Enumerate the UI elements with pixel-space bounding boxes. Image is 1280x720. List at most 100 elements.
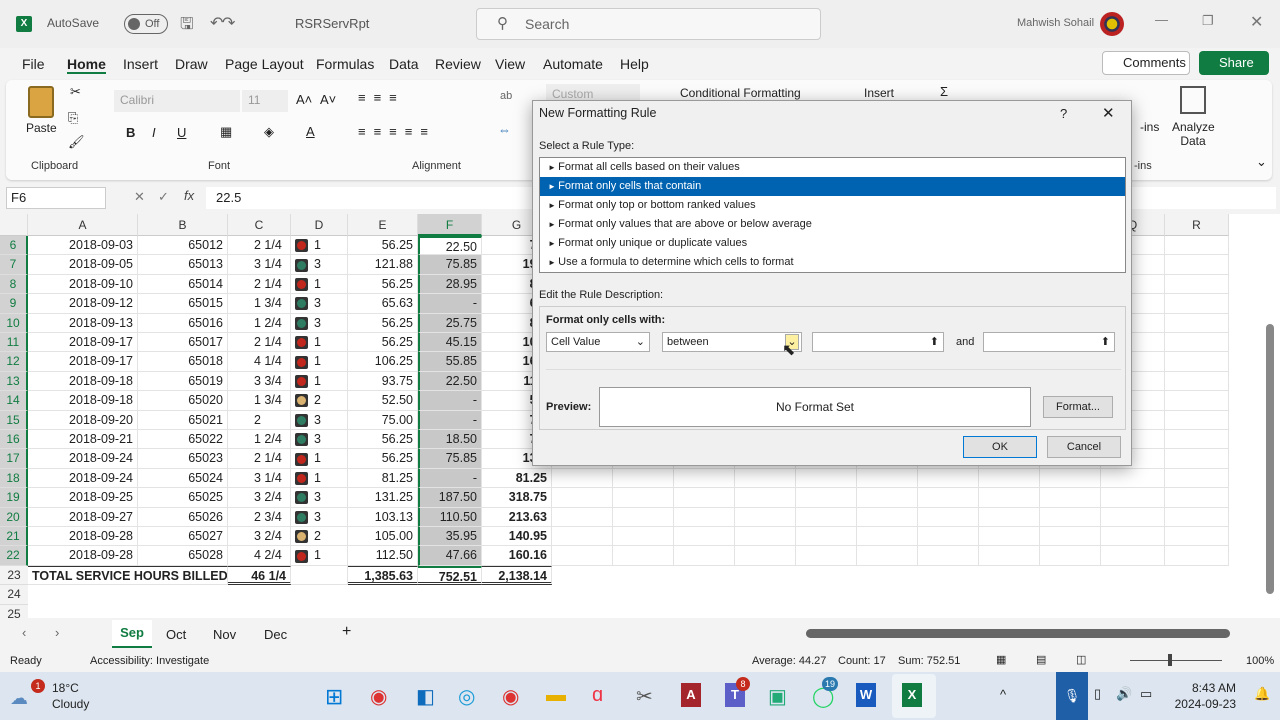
dialog-close-icon[interactable]: ✕	[1102, 104, 1115, 122]
volume-icon[interactable]: 🔊	[1116, 686, 1132, 702]
empty-cell[interactable]	[1040, 468, 1101, 489]
row-header[interactable]: 16	[0, 430, 28, 450]
cancel-icon[interactable]: ✕	[134, 189, 145, 205]
row-header[interactable]: 24	[0, 585, 28, 605]
empty-cell[interactable]	[1040, 527, 1101, 547]
format-painter-icon[interactable]: 🖌	[68, 134, 85, 150]
cell-amount[interactable]: 56.25	[348, 274, 418, 295]
empty-cell[interactable]	[1101, 527, 1165, 547]
cell-status[interactable]: 1	[291, 352, 348, 372]
font-size-select[interactable]: 11	[242, 90, 288, 112]
cell-invoice[interactable]: 65013	[138, 255, 228, 275]
empty-cell[interactable]	[552, 546, 613, 566]
cell-selected[interactable]: 110.50	[418, 507, 482, 527]
cell-date[interactable]: 2018-09-28	[28, 527, 138, 547]
notifications-icon[interactable]: 🔔	[1254, 686, 1270, 702]
temperature[interactable]: 18°C	[52, 681, 79, 695]
user-name[interactable]: Mahwish Sohail	[1017, 17, 1094, 29]
empty-cell[interactable]	[1101, 488, 1165, 508]
empty-cell[interactable]	[735, 507, 796, 527]
cell-date[interactable]: 2018-09-27	[28, 507, 138, 527]
empty-cell[interactable]	[796, 468, 857, 489]
cell-total[interactable]: 81.25	[482, 468, 552, 489]
cell-date[interactable]: 2018-09-21	[28, 430, 138, 450]
cell-amount[interactable]: 65.63	[348, 294, 418, 314]
max-value-input[interactable]: ⬆	[983, 332, 1115, 352]
cell-date[interactable]: 2018-09-24	[28, 468, 138, 489]
rule-type-option[interactable]: ► Format only values that are above or b…	[540, 215, 1125, 234]
cell-status[interactable]: 2	[291, 391, 348, 411]
close-icon[interactable]: ✕	[1250, 12, 1263, 32]
horizontal-align-icons[interactable]: ≡≡≡≡≡	[358, 124, 436, 139]
condition-type-select[interactable]: Cell Value ⌄	[546, 332, 650, 352]
snipping-tool-icon[interactable]: ✂	[636, 684, 653, 709]
empty-cell[interactable]	[979, 488, 1040, 508]
empty-cell[interactable]	[674, 507, 735, 527]
empty-cell[interactable]	[674, 488, 735, 508]
normal-view-icon[interactable]: ▦	[996, 653, 1006, 666]
cell-invoice[interactable]: 65021	[138, 410, 228, 430]
empty-cell[interactable]	[796, 488, 857, 508]
empty-cell[interactable]	[1165, 488, 1229, 508]
row-header[interactable]: 7	[0, 255, 28, 275]
file-name[interactable]: RSRServRpt	[295, 16, 369, 31]
cell-invoice[interactable]: 65027	[138, 527, 228, 547]
cut-icon[interactable]: ✂	[70, 84, 81, 100]
empty-cell[interactable]	[857, 468, 918, 489]
cell-date[interactable]: 2018-09-17	[28, 333, 138, 353]
vertical-scrollbar[interactable]	[1266, 324, 1274, 594]
row-header[interactable]: 12	[0, 352, 28, 372]
cell-hours[interactable]: 1 3/4	[228, 391, 291, 411]
merge-center-icon[interactable]: ⇔	[498, 122, 511, 137]
cell-invoice[interactable]: 65022	[138, 430, 228, 450]
row-header[interactable]: 9	[0, 294, 28, 314]
font-name-select[interactable]: Calibri	[114, 90, 240, 112]
empty-cell[interactable]	[1101, 507, 1165, 527]
sheet-tab-dec[interactable]: Dec	[264, 627, 287, 642]
column-header-a[interactable]: A	[28, 214, 138, 236]
column-header-c[interactable]: C	[228, 214, 291, 236]
access-icon[interactable]: A	[681, 683, 701, 707]
decrease-font-icon[interactable]: A˅	[320, 92, 336, 107]
cell-invoice[interactable]: 65026	[138, 507, 228, 527]
zoom-level[interactable]: 100%	[1246, 655, 1274, 667]
cell-amount[interactable]: 112.50	[348, 546, 418, 566]
rule-type-list[interactable]: ► Format all cells based on their values…	[539, 157, 1126, 273]
tab-home[interactable]: Home	[67, 56, 106, 74]
cell-status[interactable]: 1	[291, 468, 348, 489]
empty-cell[interactable]	[918, 527, 979, 547]
tab-automate[interactable]: Automate	[543, 56, 603, 72]
function-icon[interactable]: fx	[184, 188, 194, 203]
tab-review[interactable]: Review	[435, 56, 481, 72]
borders-icon[interactable]: ▦	[220, 124, 232, 140]
empty-cell[interactable]	[1165, 274, 1229, 295]
vertical-align-icons[interactable]: ≡≡≡	[358, 90, 405, 105]
zoom-slider[interactable]	[1130, 660, 1222, 661]
column-header-b[interactable]: B	[138, 214, 228, 236]
underline-icon[interactable]: U	[177, 125, 186, 140]
cell-status[interactable]: 1	[291, 371, 348, 392]
chrome-profile-icon[interactable]: ◉	[502, 684, 519, 709]
cell-selected[interactable]: 35.95	[418, 527, 482, 547]
cell-invoice[interactable]: 65016	[138, 313, 228, 333]
row-header[interactable]: 19	[0, 488, 28, 508]
cell-selected[interactable]: 45.15	[418, 333, 482, 353]
fill-color-icon[interactable]: ◈	[264, 124, 274, 140]
empty-cell[interactable]	[291, 565, 348, 586]
cell-invoice[interactable]: 65023	[138, 449, 228, 469]
cell-date[interactable]: 2018-09-20	[28, 410, 138, 430]
cell-status[interactable]: 1	[291, 449, 348, 469]
empty-cell[interactable]	[1165, 449, 1229, 469]
cell-amount[interactable]: 75.00	[348, 410, 418, 430]
empty-cell[interactable]	[979, 527, 1040, 547]
cell-hours[interactable]: 1 2/4	[228, 430, 291, 450]
empty-cell[interactable]	[613, 468, 674, 489]
cell-hours[interactable]: 3 1/4	[228, 255, 291, 275]
empty-cell[interactable]	[1040, 546, 1101, 566]
cell-selected[interactable]: 187.50	[418, 488, 482, 508]
select-all-corner[interactable]	[0, 214, 28, 236]
empty-cell[interactable]	[1165, 430, 1229, 450]
empty-cell[interactable]	[1165, 371, 1229, 392]
increase-font-icon[interactable]: A˄	[296, 92, 312, 107]
tab-page-layout[interactable]: Page Layout	[225, 56, 304, 72]
